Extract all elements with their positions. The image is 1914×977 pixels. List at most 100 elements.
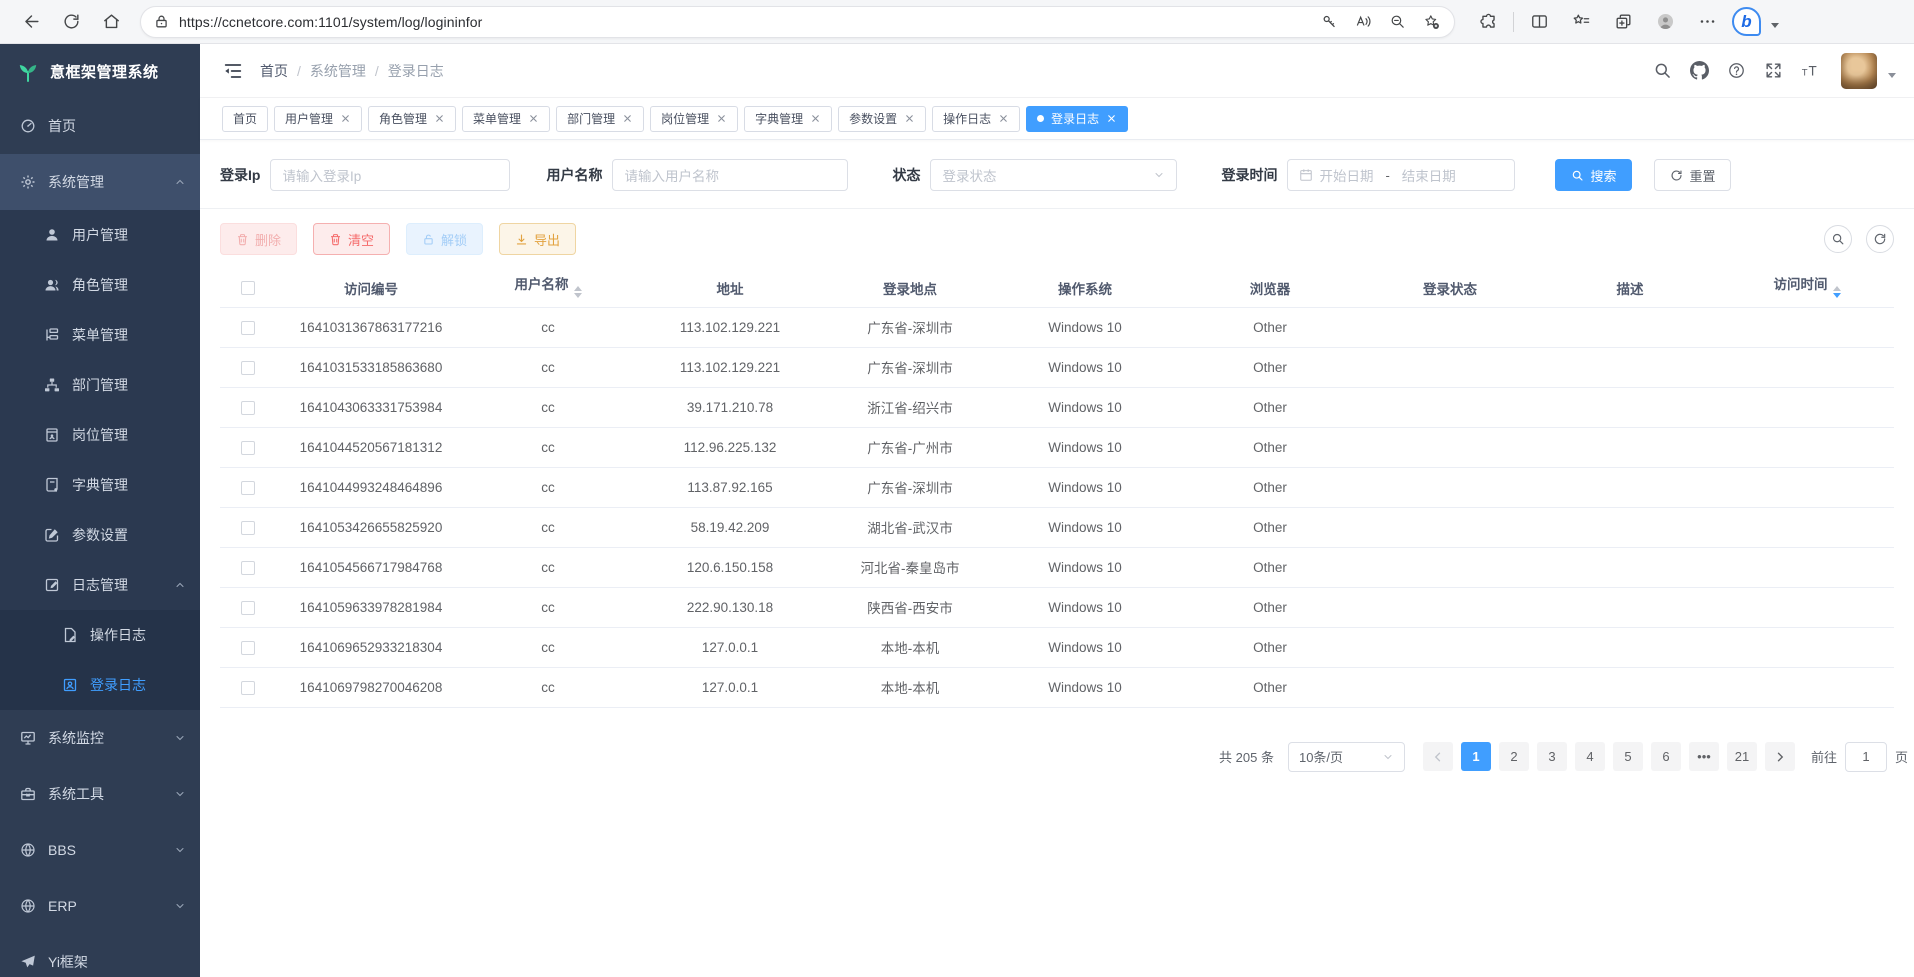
browser-back-icon[interactable] xyxy=(14,5,48,39)
page-button-6[interactable]: 6 xyxy=(1651,742,1681,771)
row-select[interactable] xyxy=(220,667,276,707)
breadcrumb-item[interactable]: 系统管理 xyxy=(310,61,366,81)
fullscreen-icon[interactable] xyxy=(1759,57,1787,85)
page-button-1[interactable]: 1 xyxy=(1461,742,1491,771)
sidebar-item-home[interactable]: 首页 xyxy=(0,98,200,154)
font-size-icon[interactable]: TT xyxy=(1796,57,1824,85)
row-checkbox[interactable] xyxy=(241,361,255,375)
select-all-checkbox[interactable] xyxy=(241,281,255,295)
row-select[interactable] xyxy=(220,627,276,667)
lock-icon[interactable] xyxy=(151,9,171,35)
close-icon[interactable] xyxy=(716,113,727,124)
collapse-sidebar-icon[interactable] xyxy=(222,60,244,82)
row-checkbox[interactable] xyxy=(241,521,255,535)
breadcrumb-item[interactable]: 登录日志 xyxy=(388,61,444,81)
table-search-toggle-icon[interactable] xyxy=(1824,225,1852,253)
row-checkbox[interactable] xyxy=(241,441,255,455)
row-select[interactable] xyxy=(220,387,276,427)
close-icon[interactable] xyxy=(810,113,821,124)
unlock-button[interactable]: 解锁 xyxy=(406,223,483,255)
extensions-icon[interactable] xyxy=(1471,5,1505,39)
split-screen-icon[interactable] xyxy=(1522,5,1556,39)
favorites-bar-icon[interactable] xyxy=(1564,5,1598,39)
row-checkbox[interactable] xyxy=(241,601,255,615)
search-icon[interactable] xyxy=(1648,57,1676,85)
row-checkbox[interactable] xyxy=(241,481,255,495)
row-select[interactable] xyxy=(220,307,276,347)
goto-page-input[interactable]: 1 xyxy=(1845,742,1887,772)
tab-post-mgmt[interactable]: 岗位管理 xyxy=(650,106,738,132)
row-select[interactable] xyxy=(220,467,276,507)
tab-user-mgmt[interactable]: 用户管理 xyxy=(274,106,362,132)
page-button-5[interactable]: 5 xyxy=(1613,742,1643,771)
row-select[interactable] xyxy=(220,347,276,387)
column-header[interactable]: 用户名称 xyxy=(466,269,630,307)
browser-profile-icon[interactable] xyxy=(1648,5,1682,39)
prev-page-button[interactable] xyxy=(1423,742,1453,771)
close-icon[interactable] xyxy=(434,113,445,124)
copilot-icon[interactable]: b xyxy=(1732,7,1761,36)
select-all-header[interactable] xyxy=(220,269,276,307)
tab-param-settings[interactable]: 参数设置 xyxy=(838,106,926,132)
page-size-select[interactable]: 10条/页 xyxy=(1288,742,1405,772)
delete-button[interactable]: 删除 xyxy=(220,223,297,255)
status-select[interactable]: 登录状态 xyxy=(930,159,1177,191)
clear-button[interactable]: 清空 xyxy=(313,223,390,255)
tab-home[interactable]: 首页 xyxy=(222,106,268,132)
sort-icon[interactable] xyxy=(1833,282,1841,302)
date-range-picker[interactable]: 开始日期 - 结束日期 xyxy=(1287,159,1515,191)
browser-home-icon[interactable] xyxy=(94,5,128,39)
sidebar-item-post-mgmt[interactable]: 岗位管理 xyxy=(0,410,200,460)
zoom-out-icon[interactable] xyxy=(1384,9,1410,35)
sidebar-item-role-mgmt[interactable]: 角色管理 xyxy=(0,260,200,310)
tab-menu-mgmt[interactable]: 菜单管理 xyxy=(462,106,550,132)
table-refresh-icon[interactable] xyxy=(1866,225,1894,253)
sort-icon[interactable] xyxy=(574,282,582,302)
row-checkbox[interactable] xyxy=(241,321,255,335)
favorite-star-icon[interactable] xyxy=(1418,9,1444,35)
column-header[interactable]: 访问时间 xyxy=(1720,269,1894,307)
sidebar-item-dict-mgmt[interactable]: 字典管理 xyxy=(0,460,200,510)
close-icon[interactable] xyxy=(622,113,633,124)
reset-button[interactable]: 重置 xyxy=(1654,159,1731,191)
close-icon[interactable] xyxy=(528,113,539,124)
tab-dept-mgmt[interactable]: 部门管理 xyxy=(556,106,644,132)
key-icon[interactable] xyxy=(1316,9,1342,35)
page-button-3[interactable]: 3 xyxy=(1537,742,1567,771)
row-select[interactable] xyxy=(220,547,276,587)
next-page-button[interactable] xyxy=(1765,742,1795,771)
copilot-caret-icon[interactable] xyxy=(1771,23,1779,32)
sidebar-item-user-mgmt[interactable]: 用户管理 xyxy=(0,210,200,260)
row-checkbox[interactable] xyxy=(241,641,255,655)
sidebar-item-param-settings[interactable]: 参数设置 xyxy=(0,510,200,560)
sidebar-item-system-mgmt[interactable]: 系统管理 xyxy=(0,154,200,210)
row-checkbox[interactable] xyxy=(241,681,255,695)
sidebar-item-sys-tools[interactable]: 系统工具 xyxy=(0,766,200,822)
sidebar-item-op-log[interactable]: 操作日志 xyxy=(0,610,200,660)
row-select[interactable] xyxy=(220,507,276,547)
sidebar-item-sys-monitor[interactable]: 系统监控 xyxy=(0,710,200,766)
sidebar-item-bbs[interactable]: BBS xyxy=(0,822,200,878)
read-aloud-icon[interactable] xyxy=(1350,9,1376,35)
sidebar-item-erp[interactable]: ERP xyxy=(0,878,200,934)
tab-login-log[interactable]: 登录日志 xyxy=(1026,106,1128,132)
user-avatar[interactable] xyxy=(1841,53,1877,89)
row-select[interactable] xyxy=(220,587,276,627)
sidebar-item-dept-mgmt[interactable]: 部门管理 xyxy=(0,360,200,410)
close-icon[interactable] xyxy=(1106,113,1117,124)
search-button[interactable]: 搜索 xyxy=(1555,159,1632,191)
page-button-2[interactable]: 2 xyxy=(1499,742,1529,771)
github-icon[interactable] xyxy=(1685,57,1713,85)
more-pages-button[interactable]: ••• xyxy=(1689,742,1719,771)
export-button[interactable]: 导出 xyxy=(499,223,576,255)
row-select[interactable] xyxy=(220,427,276,467)
row-checkbox[interactable] xyxy=(241,401,255,415)
row-checkbox[interactable] xyxy=(241,561,255,575)
username-input[interactable]: 请输入用户名称 xyxy=(612,159,848,191)
page-button-4[interactable]: 4 xyxy=(1575,742,1605,771)
breadcrumb-item[interactable]: 首页 xyxy=(260,61,288,81)
sidebar-item-log-mgmt[interactable]: 日志管理 xyxy=(0,560,200,610)
page-button-21[interactable]: 21 xyxy=(1727,742,1757,771)
ip-input[interactable]: 请输入登录Ip xyxy=(270,159,510,191)
browser-refresh-icon[interactable] xyxy=(54,5,88,39)
